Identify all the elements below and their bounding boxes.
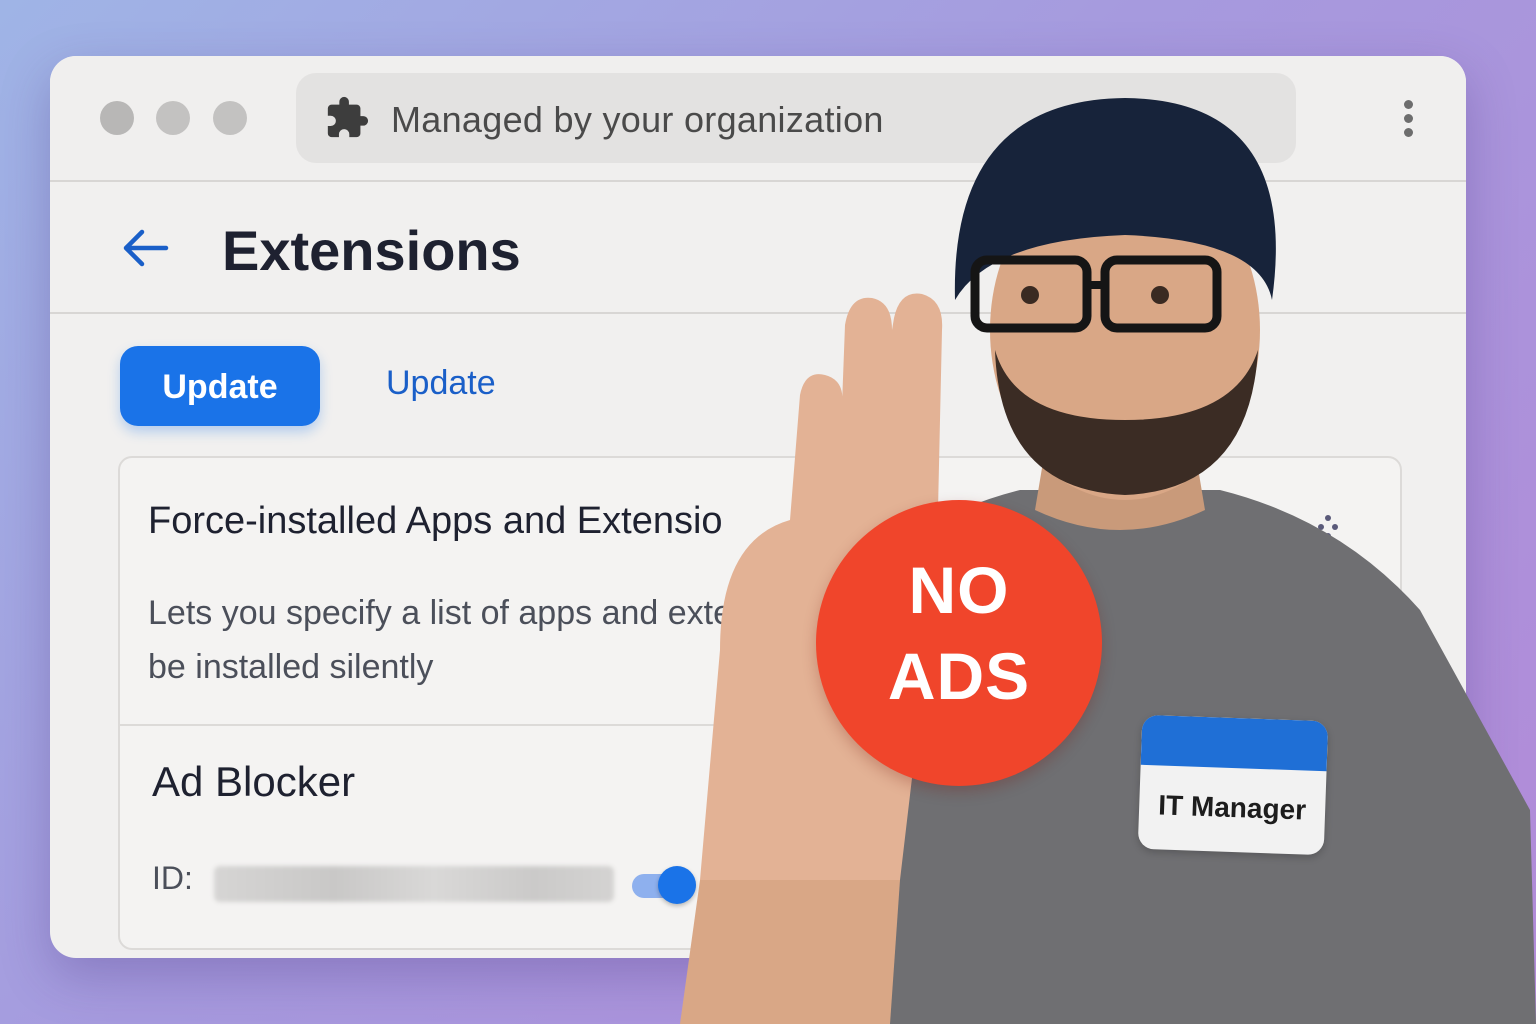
update-link-button[interactable]: Update: [386, 364, 496, 403]
badge-line-1: NO: [908, 553, 1010, 627]
window-minimize-dot[interactable]: [156, 101, 190, 135]
policy-title: Force-installed Apps and Extensio: [148, 500, 723, 542]
no-ads-badge: NO ADS: [816, 500, 1102, 786]
page-title: Extensions: [222, 219, 521, 282]
window-close-dot[interactable]: [100, 101, 134, 135]
window-maximize-dot[interactable]: [213, 101, 247, 135]
name-tag-label: IT Manager: [1157, 789, 1307, 826]
extension-name: Ad Blocker: [152, 758, 356, 805]
puzzle-icon: [327, 96, 369, 138]
arm: [680, 880, 900, 1024]
extension-id-label: ID:: [152, 860, 193, 896]
update-button-primary[interactable]: Update: [120, 346, 320, 426]
name-tag: IT Manager: [1137, 714, 1329, 856]
badge-line-2: ADS: [887, 639, 1031, 713]
extension-id-value-redacted: [214, 866, 614, 902]
name-tag-band: [1140, 714, 1329, 772]
arrow-left-icon[interactable]: [120, 226, 170, 270]
